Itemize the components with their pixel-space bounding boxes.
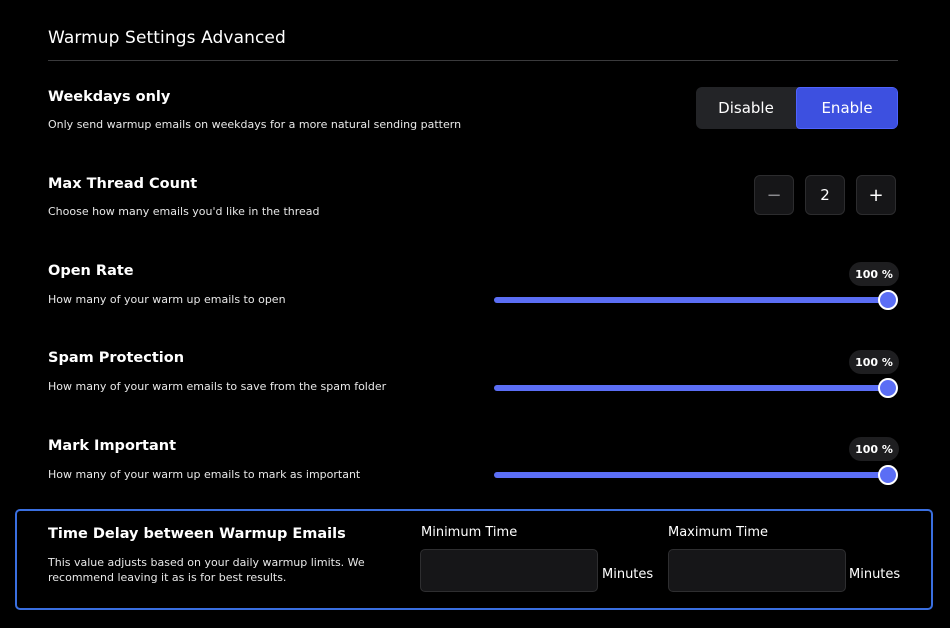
time-delay-description-line1: This value adjusts based on your daily w…	[48, 556, 365, 569]
minimum-time-label: Minimum Time	[421, 525, 518, 540]
spam-protection-slider-fill	[494, 385, 888, 391]
maximum-time-input[interactable]	[668, 549, 846, 592]
open-rate-badge: 100 %	[849, 262, 899, 286]
page-title: Warmup Settings Advanced	[48, 28, 286, 48]
disable-button[interactable]: Disable	[696, 87, 796, 129]
maximum-time-label: Maximum Time	[668, 525, 769, 540]
spam-protection-title: Spam Protection	[48, 350, 185, 366]
mark-important-title: Mark Important	[48, 438, 177, 454]
minus-icon: −	[766, 184, 782, 206]
spam-protection-slider-thumb[interactable]	[878, 378, 898, 398]
thread-description: Choose how many emails you'd like in the…	[48, 205, 320, 218]
title-divider	[48, 60, 898, 61]
thread-decrement-button[interactable]: −	[754, 175, 794, 215]
maximum-time-unit: Minutes	[849, 567, 901, 582]
spam-protection-description: How many of your warm emails to save fro…	[48, 380, 387, 393]
plus-icon: +	[868, 184, 884, 206]
mark-important-description: How many of your warm up emails to mark …	[48, 468, 361, 481]
open-rate-description: How many of your warm up emails to open	[48, 293, 286, 306]
time-delay-description-line2: recommend leaving it as is for best resu…	[48, 571, 287, 584]
open-rate-slider-thumb[interactable]	[878, 290, 898, 310]
open-rate-slider[interactable]	[494, 290, 898, 310]
thread-title: Max Thread Count	[48, 176, 198, 192]
weekdays-description: Only send warmup emails on weekdays for …	[48, 118, 462, 131]
enable-button[interactable]: Enable	[796, 87, 898, 129]
thread-count-value[interactable]: 2	[805, 175, 845, 215]
weekdays-toggle: Disable Enable	[696, 87, 898, 129]
spam-protection-badge: 100 %	[849, 350, 899, 374]
open-rate-slider-fill	[494, 297, 888, 303]
mark-important-slider-thumb[interactable]	[878, 465, 898, 485]
spam-protection-slider[interactable]	[494, 378, 898, 398]
minimum-time-unit: Minutes	[602, 567, 654, 582]
weekdays-title: Weekdays only	[48, 89, 171, 105]
time-delay-title: Time Delay between Warmup Emails	[48, 526, 346, 542]
thread-increment-button[interactable]: +	[856, 175, 896, 215]
mark-important-slider-fill	[494, 472, 888, 478]
mark-important-badge: 100 %	[849, 437, 899, 461]
open-rate-title: Open Rate	[48, 263, 134, 279]
mark-important-slider[interactable]	[494, 465, 898, 485]
minimum-time-input[interactable]	[420, 549, 598, 592]
